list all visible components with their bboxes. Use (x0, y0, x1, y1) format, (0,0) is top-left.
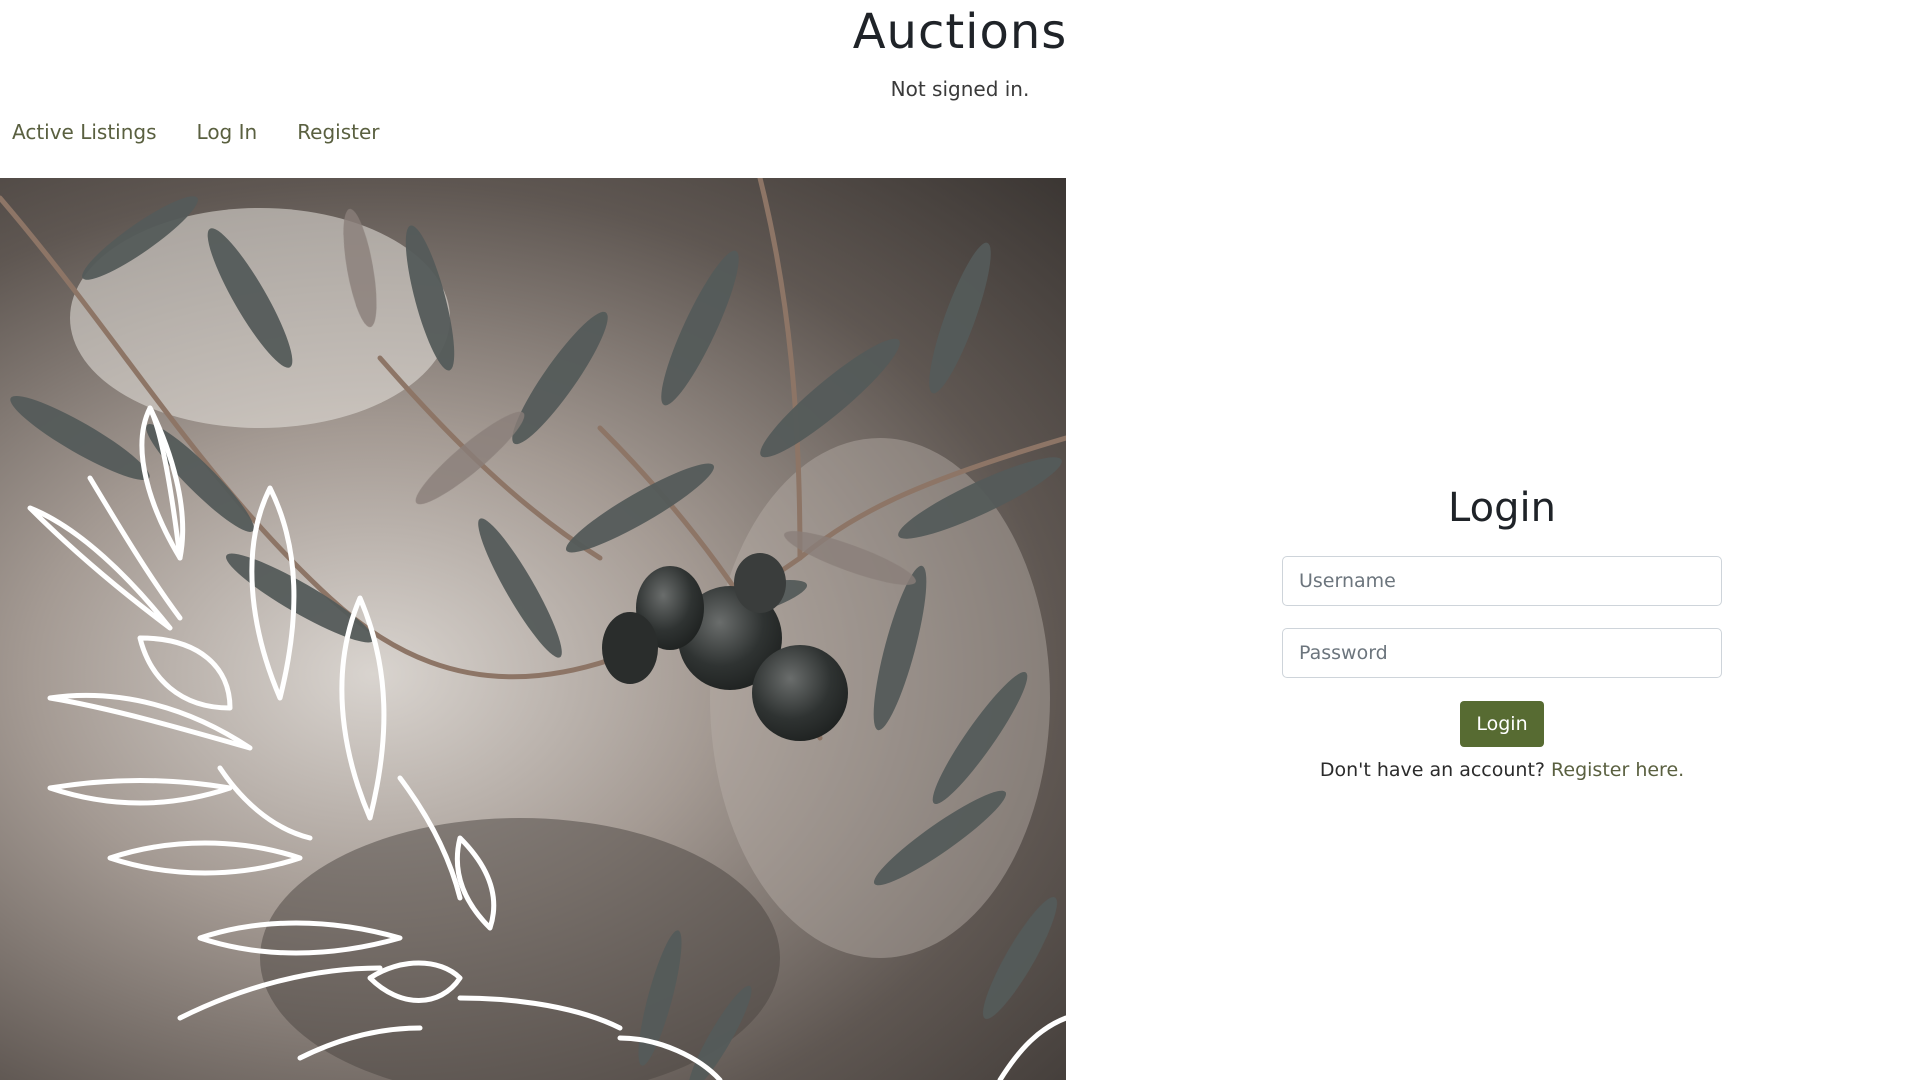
nav-active-listings[interactable]: Active Listings (12, 118, 157, 146)
olive-branch-illustration (0, 178, 1066, 1080)
nav-log-in[interactable]: Log In (197, 118, 258, 146)
register-prompt-text: Don't have an account? (1319, 759, 1545, 781)
login-button[interactable]: Login (1460, 701, 1544, 747)
sign-in-status: Not signed in. (890, 77, 1030, 101)
username-input[interactable] (1282, 556, 1722, 606)
login-heading: Login (1448, 485, 1556, 531)
login-panel: Login Login Don't have an account? Regis… (1282, 482, 1722, 783)
register-here-link[interactable]: Register here. (1551, 759, 1684, 781)
nav-register[interactable]: Register (297, 118, 379, 146)
password-input[interactable] (1282, 628, 1722, 678)
hero-image-olive-branch (0, 178, 1066, 1080)
nav-bar: Active Listings Log In Register (12, 118, 380, 146)
page: Auctions Not signed in. Active Listings … (0, 0, 1920, 1080)
site-title: Auctions (852, 4, 1068, 60)
register-prompt-line: Don't have an account? Register here. (1282, 757, 1722, 783)
